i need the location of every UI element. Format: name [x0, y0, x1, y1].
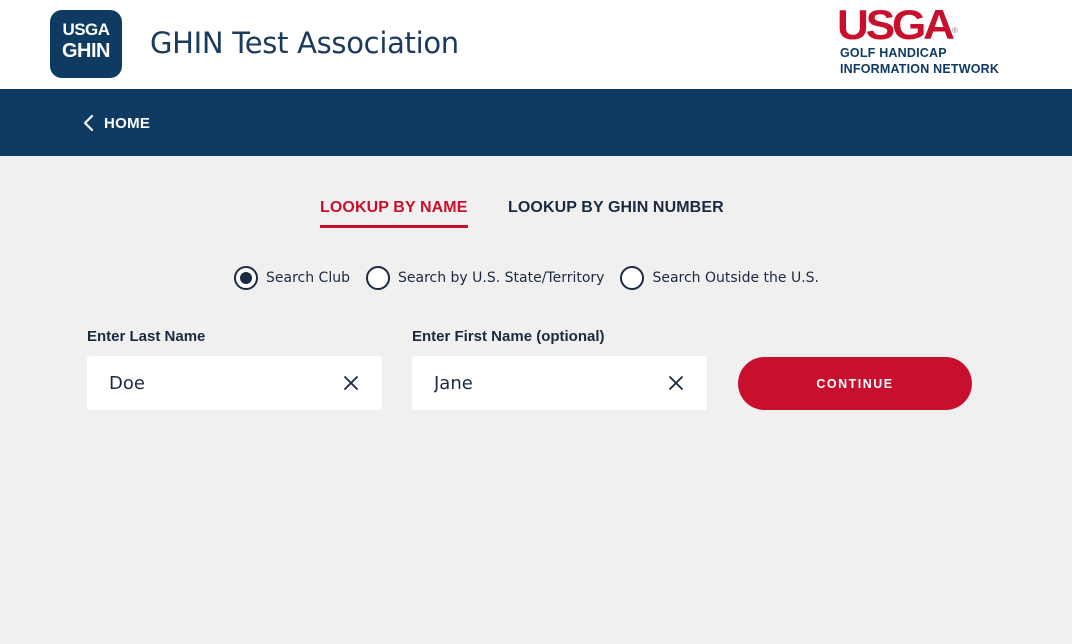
- first-name-field: [412, 356, 707, 410]
- radio-search-club[interactable]: Search Club: [234, 266, 350, 290]
- app-header: USGA GHIN GHIN Test Association USGA ® G…: [0, 0, 1072, 89]
- home-back-label: HOME: [104, 114, 151, 132]
- radio-label-search-outside-us: Search Outside the U.S.: [652, 270, 819, 286]
- radio-label-search-state: Search by U.S. State/Territory: [397, 270, 605, 286]
- first-name-label: Enter First Name (optional): [412, 328, 605, 345]
- lookup-tabs: LOOKUP BY NAME LOOKUP BY GHIN NUMBER: [0, 199, 1072, 231]
- tab-lookup-by-ghin-number[interactable]: LOOKUP BY GHIN NUMBER: [508, 199, 724, 217]
- association-title: GHIN Test Association: [150, 26, 459, 60]
- usga-brand-logo: USGA ® GOLF HANDICAP INFORMATION NETWORK: [837, 4, 1037, 84]
- chevron-left-icon: [82, 113, 104, 133]
- clear-first-name-close-icon[interactable]: [665, 372, 687, 394]
- usga-wordmark: USGA: [837, 1, 955, 48]
- last-name-label: Enter Last Name: [87, 328, 206, 345]
- registered-mark: ®: [952, 26, 958, 35]
- home-back-link[interactable]: HOME: [82, 113, 150, 133]
- top-nav-bar: HOME: [0, 89, 1072, 156]
- radio-button-search-state[interactable]: [365, 266, 390, 290]
- continue-button[interactable]: CONTINUE: [738, 357, 972, 410]
- app-logo-line2: GHIN: [62, 40, 111, 62]
- brand-tagline-line1: GOLF HANDICAP: [840, 46, 947, 60]
- brand-tagline-line2: INFORMATION NETWORK: [840, 62, 1000, 76]
- radio-search-outside-us[interactable]: Search Outside the U.S.: [620, 266, 819, 290]
- usga-ghin-app-logo: USGA GHIN: [50, 10, 122, 78]
- last-name-input[interactable]: [109, 368, 329, 398]
- last-name-field: [87, 356, 382, 410]
- radio-button-search-club[interactable]: [234, 266, 258, 290]
- tab-lookup-by-name[interactable]: LOOKUP BY NAME: [320, 199, 468, 228]
- search-scope-radio-group: Search Club Search by U.S. State/Territo…: [234, 263, 835, 293]
- radio-search-state[interactable]: Search by U.S. State/Territory: [365, 266, 605, 290]
- app-logo-line1: USGA: [62, 20, 110, 39]
- first-name-input[interactable]: [434, 368, 654, 398]
- clear-last-name-close-icon[interactable]: [340, 372, 362, 394]
- radio-button-search-outside-us[interactable]: [620, 266, 645, 290]
- radio-label-search-club: Search Club: [266, 270, 350, 286]
